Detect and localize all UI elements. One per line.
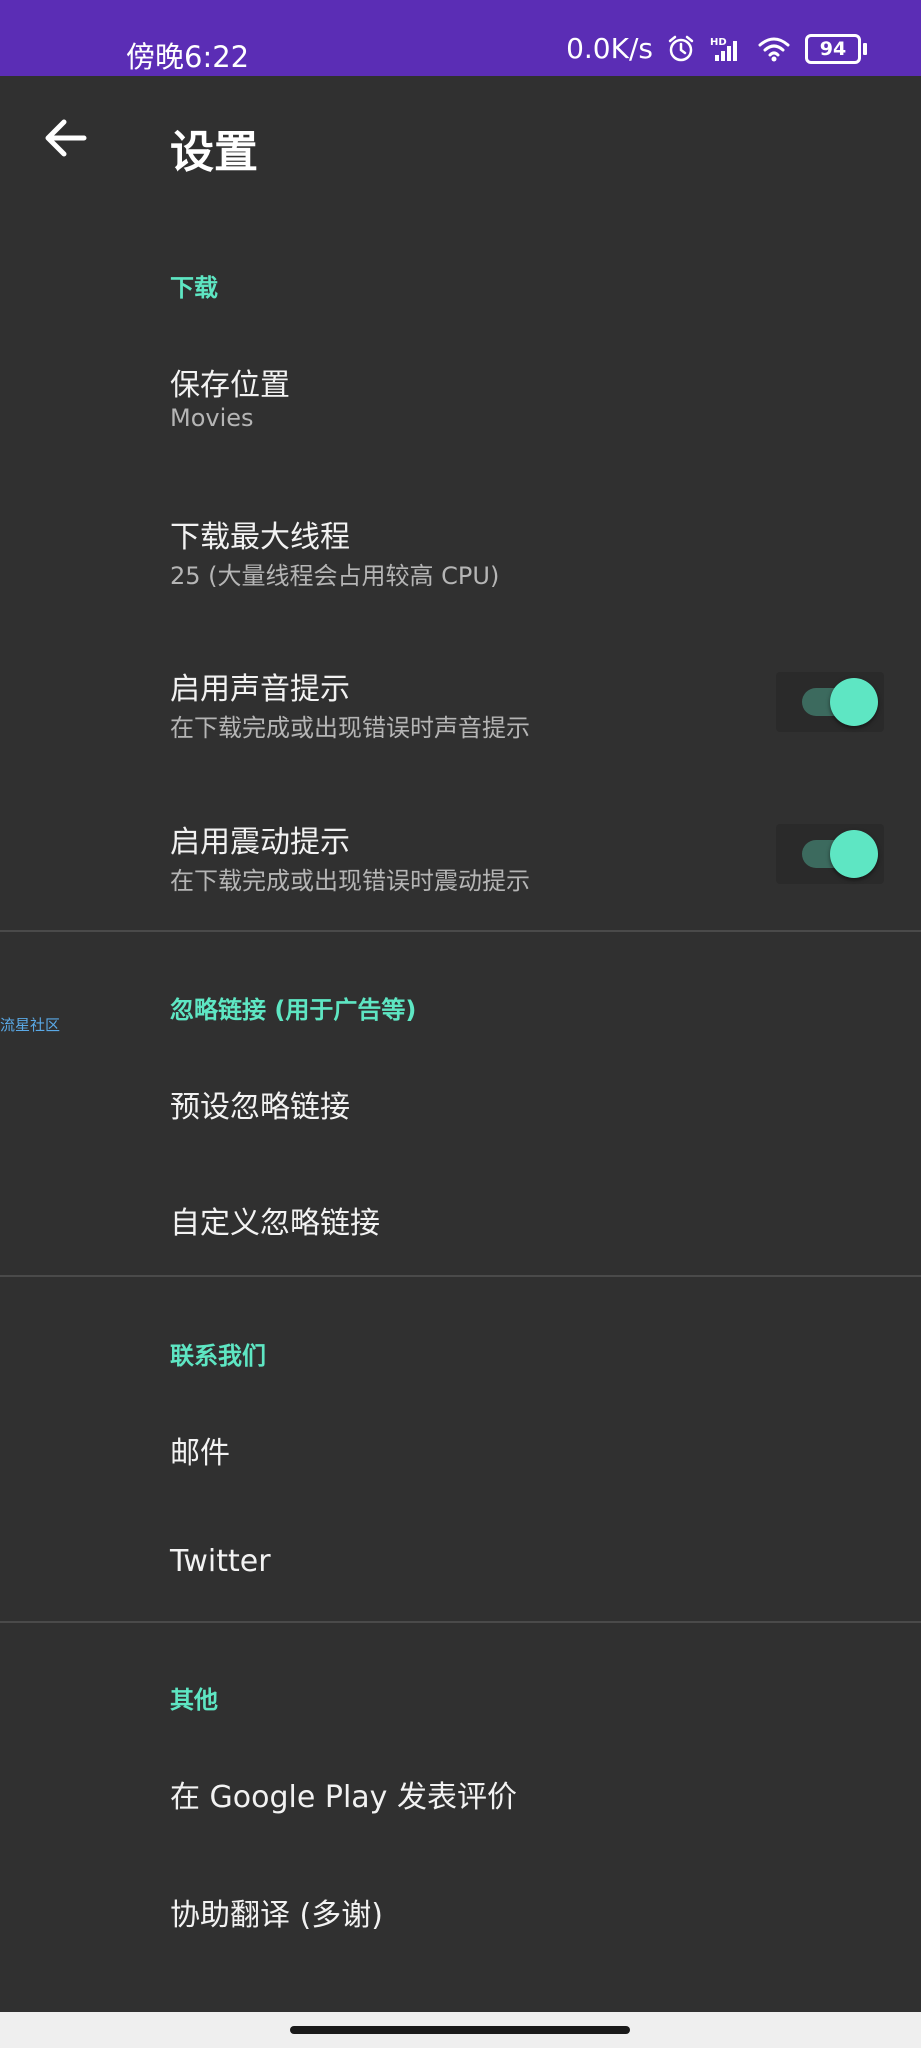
setting-subtitle: 25 (大量线程会占用较高 CPU) <box>170 562 500 590</box>
status-icons: 0.0K/s HD 94 <box>566 32 867 65</box>
section-divider <box>0 1275 921 1277</box>
setting-rate-google-play[interactable]: 在 Google Play 发表评价 <box>0 1736 921 1846</box>
section-divider <box>0 930 921 932</box>
setting-title: 启用震动提示 <box>170 825 350 860</box>
setting-title: 预设忽略链接 <box>170 1090 350 1125</box>
vibrate-alert-toggle[interactable] <box>776 824 884 884</box>
home-gesture-handle[interactable] <box>290 2026 630 2034</box>
battery-icon: 94 <box>805 33 867 64</box>
setting-title: 下载最大线程 <box>170 520 350 555</box>
net-speed: 0.0K/s <box>566 32 653 65</box>
section-header-ignore: 忽略链接 (用于广告等) <box>170 996 417 1024</box>
hd-signal-icon: HD <box>710 37 737 61</box>
setting-custom-ignore[interactable]: 自定义忽略链接 <box>0 1162 921 1272</box>
watermark-text: 流星社区 <box>0 1016 61 1034</box>
svg-text:HD: HD <box>710 37 727 48</box>
setting-preset-ignore[interactable]: 预设忽略链接 <box>0 1046 921 1156</box>
setting-twitter[interactable]: Twitter <box>0 1508 921 1618</box>
setting-subtitle: 在下载完成或出现错误时震动提示 <box>170 867 530 895</box>
page-title: 设置 <box>170 127 258 178</box>
section-divider <box>0 1621 921 1623</box>
arrow-left-icon <box>45 119 87 157</box>
setting-title: 在 Google Play 发表评价 <box>170 1780 517 1815</box>
setting-subtitle: Movies <box>170 404 254 432</box>
setting-email[interactable]: 邮件 <box>0 1392 921 1502</box>
setting-help-translate[interactable]: 协助翻译 (多谢) <box>0 1854 921 1964</box>
status-bar: 傍晚6:22 0.0K/s HD 94 <box>0 0 921 76</box>
setting-title: 启用声音提示 <box>170 672 350 707</box>
section-header-download: 下载 <box>170 274 218 302</box>
setting-title: 自定义忽略链接 <box>170 1206 380 1241</box>
setting-title: 协助翻译 (多谢) <box>170 1898 383 1933</box>
app-toolbar: 设置 <box>0 76 921 212</box>
back-button[interactable] <box>36 108 96 168</box>
setting-max-threads[interactable]: 下载最大线程 25 (大量线程会占用较高 CPU) <box>0 492 921 612</box>
setting-subtitle: 在下载完成或出现错误时声音提示 <box>170 714 530 742</box>
status-time: 傍晚6:22 <box>126 40 250 74</box>
setting-title: 保存位置 <box>170 368 290 403</box>
wifi-icon <box>758 37 790 61</box>
sound-alert-toggle[interactable] <box>776 672 884 732</box>
toggle-thumb <box>830 830 878 878</box>
section-header-contact: 联系我们 <box>170 1342 266 1370</box>
setting-save-location[interactable]: 保存位置 Movies <box>0 340 921 460</box>
section-header-other: 其他 <box>170 1686 218 1714</box>
toggle-thumb <box>830 678 878 726</box>
setting-title: Twitter <box>170 1544 271 1579</box>
gesture-nav-bar <box>0 2012 921 2048</box>
setting-title: 邮件 <box>170 1436 230 1471</box>
alarm-icon <box>668 35 694 61</box>
